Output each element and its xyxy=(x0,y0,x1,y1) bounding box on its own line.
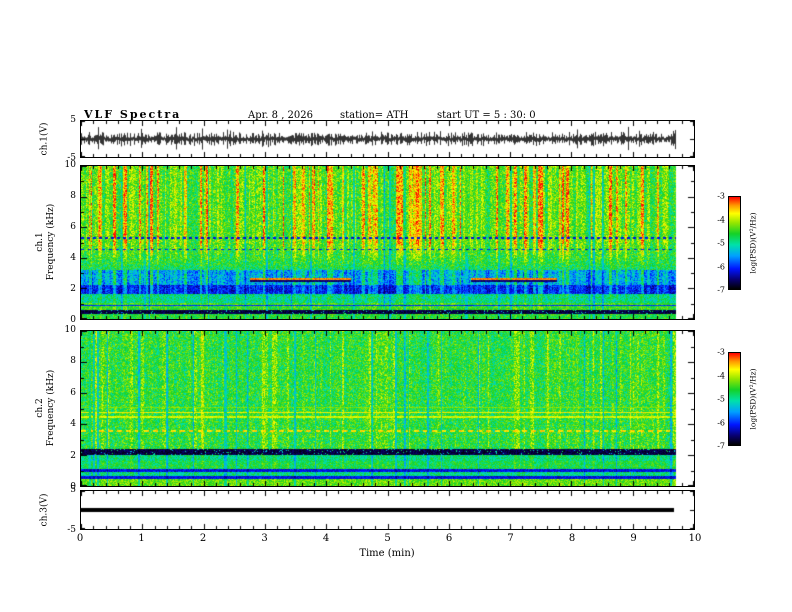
ch1-spectrogram-canvas xyxy=(81,166,694,319)
colorbar-tick-label: -5 xyxy=(717,238,725,248)
ch3-waveform-ylabel-text: ch.3(V) xyxy=(39,493,50,527)
x-axis-title: Time (min) xyxy=(359,548,415,559)
y-tick-label: 0 xyxy=(70,315,76,325)
ch3-waveform-panel xyxy=(80,490,695,530)
colorbar-tick-label: -4 xyxy=(717,371,725,380)
y-tick-label: 10 xyxy=(64,325,76,335)
colorbar-tick-label: -3 xyxy=(717,191,725,201)
colorbar-tick-label: -7 xyxy=(717,285,725,295)
x-tick-label: 5 xyxy=(384,533,391,544)
ch1-waveform-ylabel-text: ch.1(V) xyxy=(39,122,50,156)
y-tick-label: 6 xyxy=(70,222,76,232)
ch2-spectrogram-canvas xyxy=(81,331,694,486)
ch3-waveform-ylabel: ch.3(V) xyxy=(40,494,51,527)
colorbar-tick-label: -6 xyxy=(717,418,725,427)
y-tick-label: 2 xyxy=(70,284,76,294)
x-tick-label: 4 xyxy=(322,533,330,544)
ch1-colorbar-tick-labels: -3 -4 -5 -6 -7 xyxy=(701,192,725,295)
ch1-spectrogram-axis-label: Frequency (kHz) xyxy=(46,203,56,281)
x-axis-tick-labels: 0 1 2 3 4 5 6 7 8 9 10 xyxy=(76,533,702,545)
ch1-waveform-panel xyxy=(80,120,695,158)
y-tick-label: 8 xyxy=(70,356,76,367)
y-tick-label: 5 xyxy=(70,115,76,125)
colorbar-tick-label: -6 xyxy=(717,262,725,271)
ch2-spectrogram-panel xyxy=(80,330,695,487)
y-tick-label: 2 xyxy=(70,450,76,461)
y-tick-label: 5 xyxy=(70,485,76,495)
ch2-spectrogram-ytick-labels: 10 8 6 4 2 0 xyxy=(58,325,76,492)
ch1-waveform-canvas xyxy=(81,121,694,157)
ch1-waveform-ytick-labels: 5 -5 xyxy=(58,115,76,163)
x-tick-label: 2 xyxy=(199,533,207,544)
ch2-colorbar-tick-labels: -3 -4 -5 -6 -7 xyxy=(701,348,725,451)
ch1-waveform-ylabel: ch.1(V) xyxy=(40,123,51,156)
x-tick-label: 10 xyxy=(688,533,702,544)
x-tick-label: 7 xyxy=(507,533,514,544)
y-tick-label: 6 xyxy=(70,387,76,398)
x-tick-label: 1 xyxy=(138,533,145,544)
x-tick-label: 8 xyxy=(568,533,576,544)
ch1-spectrogram-ytick-labels: 10 8 6 4 2 0 xyxy=(58,160,76,325)
y-tick-label: 4 xyxy=(70,419,76,430)
y-tick-label: 10 xyxy=(64,160,76,170)
ch2-spectrogram-channel-label: ch.2 xyxy=(35,398,45,418)
ch2-spectrogram-ylabel: ch.2 Frequency (kHz) xyxy=(35,370,57,447)
x-tick-label: 9 xyxy=(630,533,637,544)
y-tick-label: 8 xyxy=(70,191,76,201)
colorbar-tick-label: -7 xyxy=(717,441,725,451)
ch1-spectrogram-panel xyxy=(80,165,695,320)
ch2-colorbar-title: log(PSD)(V²/Hz) xyxy=(748,368,759,429)
colorbar-tick-label: -5 xyxy=(717,394,725,404)
ch2-spectrogram-axis-label: Frequency (kHz) xyxy=(46,369,56,447)
ch1-spectrogram-ylabel: ch.1 Frequency (kHz) xyxy=(35,204,57,281)
vlf-spectra-figure: VLF Spectra Apr. 8 , 2026 station= ATH s… xyxy=(0,0,792,612)
y-tick-label: 4 xyxy=(70,253,76,263)
y-tick-label: -5 xyxy=(67,525,76,535)
colorbar-tick-label: -3 xyxy=(717,347,725,357)
ch3-waveform-ytick-labels: 5 -5 xyxy=(58,485,76,535)
ch2-colorbar-title-text: log(PSD)(V²/Hz) xyxy=(748,368,758,430)
ch1-colorbar-title-text: log(PSD)(V²/Hz) xyxy=(748,212,758,274)
ch2-colorbar-gradient xyxy=(728,352,741,446)
x-tick-label: 6 xyxy=(445,533,453,544)
x-tick-label: 3 xyxy=(261,533,268,544)
ch3-waveform-canvas xyxy=(81,491,694,529)
ch1-spectrogram-channel-label: ch.1 xyxy=(35,232,45,252)
ch1-colorbar-gradient xyxy=(728,196,741,290)
ch1-colorbar-title: log(PSD)(V²/Hz) xyxy=(748,212,759,273)
x-tick-label: 0 xyxy=(76,533,84,544)
colorbar-tick-label: -4 xyxy=(717,215,725,224)
